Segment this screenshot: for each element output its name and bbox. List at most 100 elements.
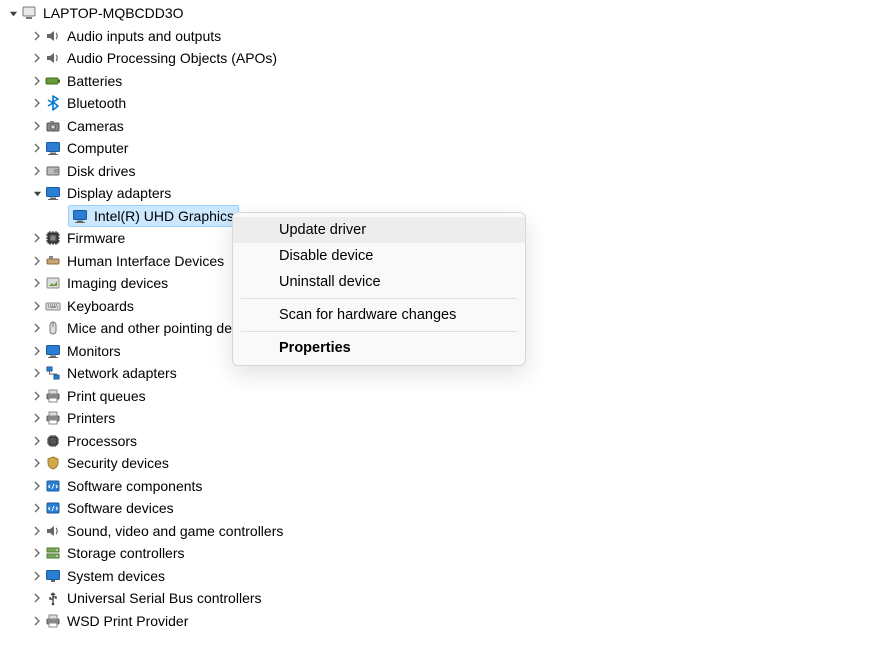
chevron-right-icon[interactable] <box>30 301 44 311</box>
chevron-right-icon[interactable] <box>30 593 44 603</box>
printer-icon <box>44 612 62 630</box>
computer-root-icon <box>20 4 38 22</box>
tree-item-label: Printers <box>67 407 115 430</box>
tree-item-cameras[interactable]: Cameras <box>0 115 876 138</box>
chevron-right-icon[interactable] <box>30 323 44 333</box>
software-icon <box>44 499 62 517</box>
chevron-right-icon[interactable] <box>30 503 44 513</box>
chevron-right-icon[interactable] <box>30 233 44 243</box>
tree-item-label: Software components <box>67 475 202 498</box>
hid-icon <box>44 252 62 270</box>
chevron-right-icon[interactable] <box>30 616 44 626</box>
menu-item-scan-for-hardware-changes[interactable]: Scan for hardware changes <box>233 302 525 328</box>
tree-item-printers[interactable]: Printers <box>0 407 876 430</box>
tree-item-bluetooth[interactable]: Bluetooth <box>0 92 876 115</box>
chevron-right-icon[interactable] <box>30 368 44 378</box>
menu-item-uninstall-device[interactable]: Uninstall device <box>233 269 525 295</box>
tree-item-root[interactable]: LAPTOP-MQBCDD3O <box>0 2 876 25</box>
monitor-icon <box>44 139 62 157</box>
monitor-icon <box>44 184 62 202</box>
tree-item-label: WSD Print Provider <box>67 610 188 633</box>
chevron-right-icon[interactable] <box>30 481 44 491</box>
security-icon <box>44 454 62 472</box>
chevron-right-icon[interactable] <box>30 548 44 558</box>
tree-item-label: Cameras <box>67 115 124 138</box>
tree-item-label: Software devices <box>67 497 174 520</box>
tree-item-universal-serial-bus-controllers[interactable]: Universal Serial Bus controllers <box>0 587 876 610</box>
chevron-down-icon[interactable] <box>6 9 20 18</box>
monitor-icon <box>44 342 62 360</box>
chevron-right-icon[interactable] <box>30 166 44 176</box>
speaker-icon <box>44 27 62 45</box>
chevron-right-icon[interactable] <box>30 143 44 153</box>
chevron-right-icon[interactable] <box>30 98 44 108</box>
chevron-right-icon[interactable] <box>30 571 44 581</box>
storage-icon <box>44 544 62 562</box>
speaker-icon <box>44 522 62 540</box>
tree-item-print-queues[interactable]: Print queues <box>0 385 876 408</box>
tree-item-label: Network adapters <box>67 362 177 385</box>
chevron-right-icon[interactable] <box>30 278 44 288</box>
speaker-icon <box>44 49 62 67</box>
keyboard-icon <box>44 297 62 315</box>
chevron-right-icon[interactable] <box>30 53 44 63</box>
bluetooth-icon <box>44 94 62 112</box>
software-icon <box>44 477 62 495</box>
chevron-right-icon[interactable] <box>30 391 44 401</box>
chevron-right-icon[interactable] <box>30 31 44 41</box>
chevron-right-icon[interactable] <box>30 121 44 131</box>
usb-icon <box>44 589 62 607</box>
printer-icon <box>44 387 62 405</box>
disk-icon <box>44 162 62 180</box>
tree-item-label: Processors <box>67 430 137 453</box>
tree-item-label: Security devices <box>67 452 169 475</box>
tree-item-label: LAPTOP-MQBCDD3O <box>43 2 184 25</box>
network-icon <box>44 364 62 382</box>
tree-item-label: Keyboards <box>67 295 134 318</box>
tree-item-label: Batteries <box>67 70 122 93</box>
system-icon <box>44 567 62 585</box>
tree-item-software-devices[interactable]: Software devices <box>0 497 876 520</box>
tree-item-display-adapters[interactable]: Display adapters <box>0 182 876 205</box>
tree-item-label: Bluetooth <box>67 92 126 115</box>
tree-item-label: Human Interface Devices <box>67 250 224 273</box>
tree-item-batteries[interactable]: Batteries <box>0 70 876 93</box>
context-menu: Update driverDisable deviceUninstall dev… <box>232 212 526 366</box>
tree-item-software-components[interactable]: Software components <box>0 475 876 498</box>
tree-item-audio-inputs-and-outputs[interactable]: Audio inputs and outputs <box>0 25 876 48</box>
tree-item-disk-drives[interactable]: Disk drives <box>0 160 876 183</box>
menu-item-disable-device[interactable]: Disable device <box>233 243 525 269</box>
imaging-icon <box>44 274 62 292</box>
tree-item-audio-processing-objects-apos[interactable]: Audio Processing Objects (APOs) <box>0 47 876 70</box>
selected-node[interactable]: Intel(R) UHD Graphics <box>68 205 239 227</box>
menu-item-update-driver[interactable]: Update driver <box>233 217 525 243</box>
tree-item-label: Sound, video and game controllers <box>67 520 283 543</box>
chevron-down-icon[interactable] <box>30 189 44 198</box>
tree-item-processors[interactable]: Processors <box>0 430 876 453</box>
chevron-right-icon[interactable] <box>30 526 44 536</box>
tree-item-wsd-print-provider[interactable]: WSD Print Provider <box>0 610 876 633</box>
chevron-right-icon[interactable] <box>30 413 44 423</box>
tree-item-system-devices[interactable]: System devices <box>0 565 876 588</box>
tree-item-label: Audio inputs and outputs <box>67 25 221 48</box>
tree-item-computer[interactable]: Computer <box>0 137 876 160</box>
tree-item-sound-video-and-game-controllers[interactable]: Sound, video and game controllers <box>0 520 876 543</box>
chevron-right-icon[interactable] <box>30 458 44 468</box>
tree-item-label: System devices <box>67 565 165 588</box>
menu-item-properties[interactable]: Properties <box>233 335 525 361</box>
chevron-right-icon[interactable] <box>30 436 44 446</box>
tree-item-label: Disk drives <box>67 160 135 183</box>
chevron-right-icon[interactable] <box>30 346 44 356</box>
camera-icon <box>44 117 62 135</box>
chevron-right-icon[interactable] <box>30 76 44 86</box>
tree-item-label: Firmware <box>67 227 125 250</box>
menu-separator <box>241 331 517 332</box>
tree-item-label: Monitors <box>67 340 121 363</box>
battery-icon <box>44 72 62 90</box>
monitor-icon <box>71 207 89 225</box>
tree-item-label: Intel(R) UHD Graphics <box>94 205 234 228</box>
tree-item-label: Computer <box>67 137 128 160</box>
chevron-right-icon[interactable] <box>30 256 44 266</box>
tree-item-storage-controllers[interactable]: Storage controllers <box>0 542 876 565</box>
tree-item-security-devices[interactable]: Security devices <box>0 452 876 475</box>
